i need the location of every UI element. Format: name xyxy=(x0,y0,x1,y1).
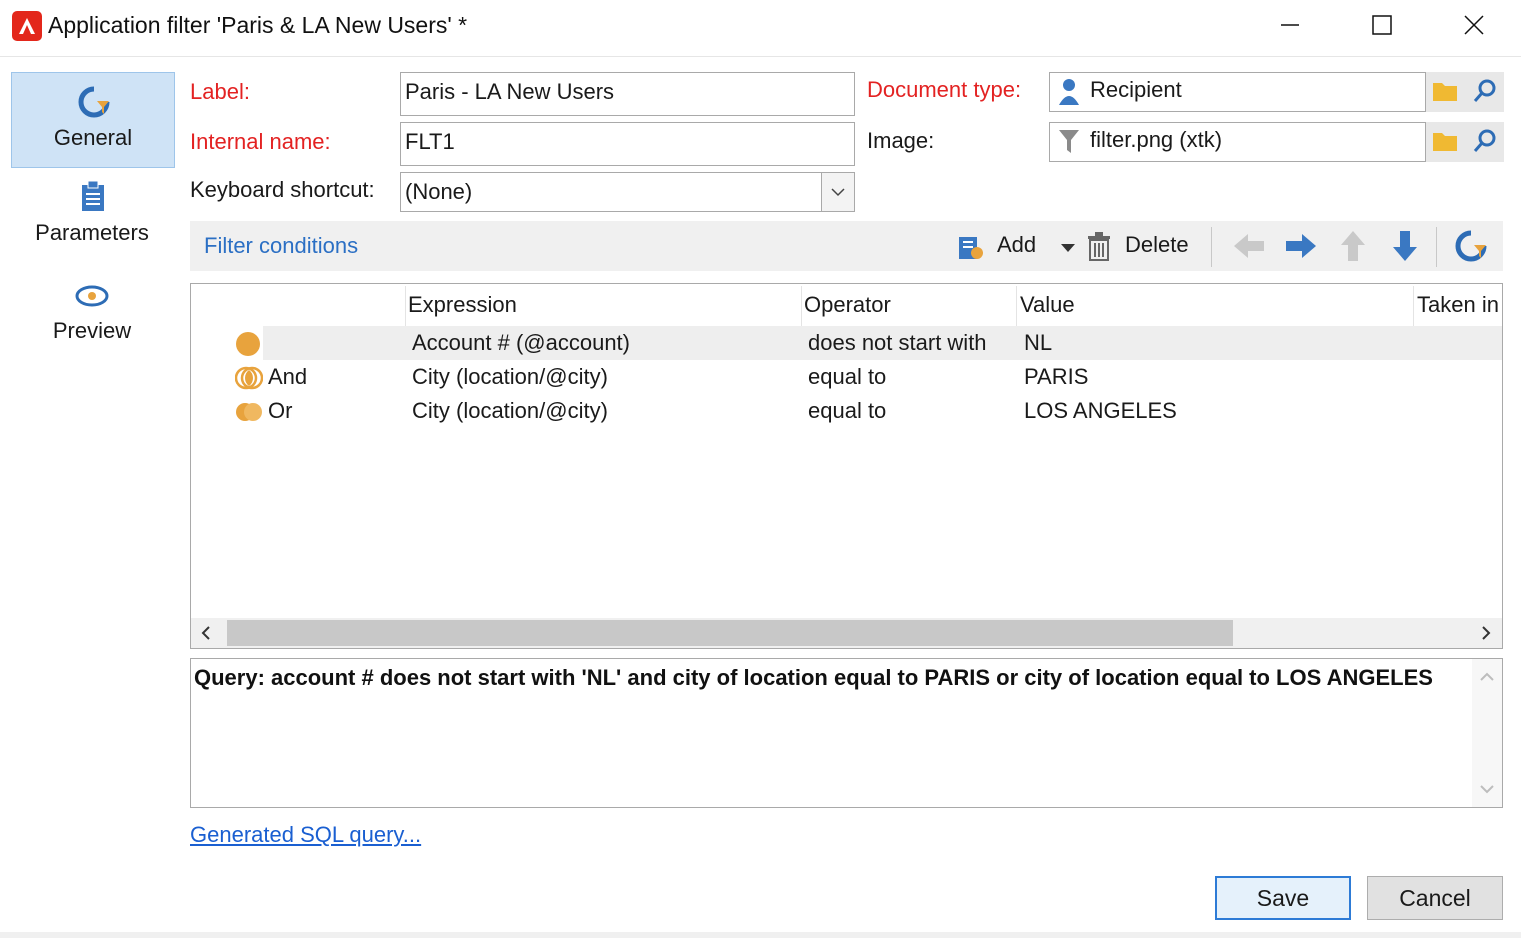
document-type-value: Recipient xyxy=(1090,77,1182,102)
minimize-icon xyxy=(1281,24,1299,26)
adobe-app-icon xyxy=(12,11,42,41)
window-title: Application filter 'Paris & LA New Users… xyxy=(48,12,468,38)
image-label: Image: xyxy=(867,128,935,153)
arrow-down-icon[interactable] xyxy=(1390,229,1420,263)
folder-icon[interactable] xyxy=(1432,80,1458,102)
minimize-button[interactable] xyxy=(1244,0,1336,50)
row-expression: Account # (@account) xyxy=(412,330,630,355)
query-text: Query: account # does not start with 'NL… xyxy=(194,665,1433,690)
clipboard-icon xyxy=(82,180,104,211)
column-separator xyxy=(1413,286,1414,326)
filter-conditions-toolbar: Filter conditions Add Delete xyxy=(190,221,1503,271)
column-header-operator[interactable]: Operator xyxy=(804,292,891,318)
arrow-right-icon[interactable] xyxy=(1284,231,1318,261)
filter-funnel-icon xyxy=(1059,130,1079,153)
add-condition-icon xyxy=(959,237,983,259)
image-actions xyxy=(1426,122,1504,162)
chevron-down-icon xyxy=(831,188,845,197)
internal-name-label: Internal name: xyxy=(190,129,331,154)
row-expression: City (location/@city) xyxy=(412,398,608,423)
column-separator xyxy=(405,286,406,326)
dropdown-arrow-icon[interactable] xyxy=(1060,243,1076,253)
cancel-button[interactable]: Cancel xyxy=(1367,876,1503,920)
eye-icon xyxy=(75,285,109,307)
image-value: filter.png (xtk) xyxy=(1090,127,1223,152)
condition-dot-icon xyxy=(236,332,260,356)
trash-icon xyxy=(1088,232,1110,261)
table-row[interactable]: Account # (@account) does not start with… xyxy=(191,326,1502,360)
horizontal-scrollbar[interactable] xyxy=(191,618,1502,648)
row-value: PARIS xyxy=(1024,364,1089,389)
column-separator xyxy=(801,286,802,326)
toolbar-separator xyxy=(1211,227,1212,267)
generated-sql-link[interactable]: Generated SQL query... xyxy=(190,822,421,848)
window-bottom-edge xyxy=(0,932,1521,938)
add-button[interactable]: Add xyxy=(956,227,1082,265)
search-icon[interactable] xyxy=(1472,128,1498,154)
and-operator-icon xyxy=(235,366,263,390)
document-type-actions xyxy=(1426,72,1504,112)
row-expression: City (location/@city) xyxy=(412,364,608,389)
sidebar-item-label: Preview xyxy=(52,318,132,343)
column-header-value[interactable]: Value xyxy=(1020,292,1075,318)
row-operator: equal to xyxy=(808,398,887,423)
query-description: Query: account # does not start with 'NL… xyxy=(190,658,1503,808)
title-bar: Application filter 'Paris & LA New Users… xyxy=(0,0,1521,57)
row-operator: does not start with xyxy=(808,330,987,355)
row-operator: equal to xyxy=(808,364,887,389)
scrollbar-thumb[interactable] xyxy=(227,620,1233,646)
dropdown-button[interactable] xyxy=(821,173,854,211)
label-label: Label: xyxy=(190,79,250,104)
image-field[interactable]: filter.png (xtk) xyxy=(1049,122,1426,162)
refresh-filter-icon[interactable] xyxy=(1454,229,1488,263)
close-button[interactable] xyxy=(1428,0,1520,50)
close-icon xyxy=(1464,15,1484,35)
chevron-down-icon[interactable] xyxy=(1480,783,1494,795)
or-operator-icon xyxy=(236,403,262,421)
column-header-taken-in[interactable]: Taken in xyxy=(1417,292,1502,318)
chevron-right-icon[interactable] xyxy=(1479,626,1493,640)
arrow-left-icon[interactable] xyxy=(1232,231,1266,261)
user-icon xyxy=(1059,79,1079,105)
maximize-button[interactable] xyxy=(1336,0,1428,50)
add-label: Add xyxy=(997,232,1037,257)
toolbar-separator xyxy=(1436,227,1437,267)
maximize-icon xyxy=(1372,15,1392,35)
vertical-scrollbar[interactable] xyxy=(1472,659,1502,807)
keyboard-shortcut-label: Keyboard shortcut: xyxy=(190,177,375,202)
column-header-expression[interactable]: Expression xyxy=(408,292,517,318)
row-logic: And xyxy=(268,364,308,389)
delete-button[interactable]: Delete xyxy=(1086,227,1196,265)
keyboard-shortcut-select[interactable]: (None) xyxy=(400,172,855,212)
arrow-up-icon[interactable] xyxy=(1338,229,1368,263)
sidebar-item-preview[interactable]: Preview xyxy=(11,280,173,350)
document-type-field[interactable]: Recipient xyxy=(1049,72,1426,112)
conditions-grid: Expression Operator Value Taken in Accou… xyxy=(190,283,1503,649)
label-input[interactable]: Paris - LA New Users xyxy=(400,72,855,116)
keyboard-shortcut-value: (None) xyxy=(405,179,473,204)
column-separator xyxy=(1016,286,1017,326)
filter-conditions-title: Filter conditions xyxy=(204,233,359,258)
row-value: NL xyxy=(1024,330,1053,355)
sidebar-item-label: Parameters xyxy=(35,220,149,245)
internal-name-input[interactable]: FLT1 xyxy=(400,122,855,166)
row-logic: Or xyxy=(268,398,293,423)
document-type-label: Document type: xyxy=(867,77,1022,102)
folder-icon[interactable] xyxy=(1432,130,1458,152)
search-icon[interactable] xyxy=(1472,78,1498,104)
chevron-up-icon[interactable] xyxy=(1480,671,1494,683)
sidebar-item-label: General xyxy=(53,125,133,150)
chevron-left-icon[interactable] xyxy=(199,626,213,640)
table-row[interactable]: And City (location/@city) equal to PARIS xyxy=(191,360,1502,394)
sidebar-item-parameters[interactable]: Parameters xyxy=(11,178,173,248)
save-button[interactable]: Save xyxy=(1215,876,1351,920)
filter-refresh-icon xyxy=(78,86,110,118)
row-value: LOS ANGELES xyxy=(1024,398,1177,423)
sidebar-item-general[interactable]: General xyxy=(11,72,175,168)
table-row[interactable]: Or City (location/@city) equal to LOS AN… xyxy=(191,394,1502,428)
delete-label: Delete xyxy=(1125,232,1189,257)
